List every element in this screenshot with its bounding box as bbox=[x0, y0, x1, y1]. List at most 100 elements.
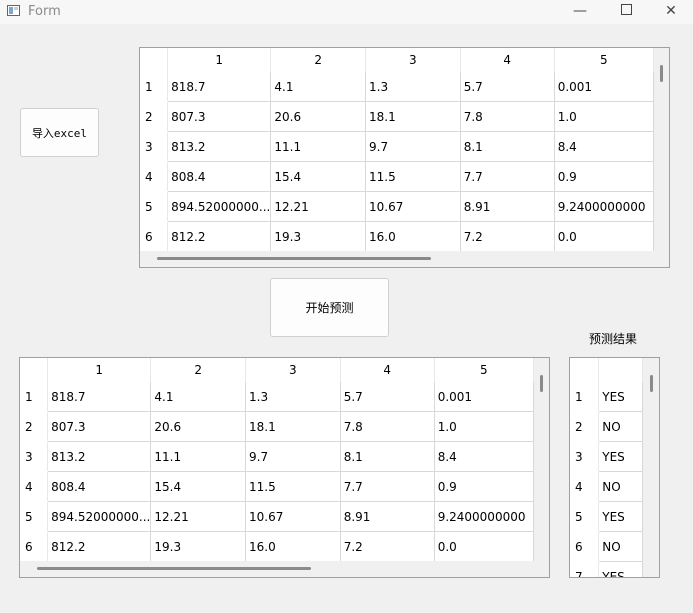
table-cell[interactable]: 8.91 bbox=[340, 501, 435, 532]
table-cell[interactable]: 12.21 bbox=[150, 501, 247, 532]
table-cell[interactable]: 15.4 bbox=[150, 471, 247, 502]
column-header[interactable]: 1 bbox=[167, 48, 272, 72]
table-cell[interactable]: 11.5 bbox=[365, 161, 461, 192]
table-cell[interactable]: 808.4 bbox=[167, 161, 272, 192]
result-cell[interactable]: YES bbox=[598, 561, 643, 577]
row-header[interactable]: 6 bbox=[20, 531, 49, 561]
result-table[interactable]: 1 YES 2 NO 3 YES 4 NO 5 YES 6 NO 7 YES bbox=[569, 357, 660, 578]
table-cell[interactable]: 818.7 bbox=[167, 72, 272, 102]
input-table-hscrollbar[interactable] bbox=[157, 257, 431, 260]
row-header[interactable]: 1 bbox=[140, 72, 169, 102]
import-excel-button[interactable]: 导入excel bbox=[20, 108, 99, 157]
table-cell[interactable]: 0.0 bbox=[434, 531, 534, 561]
result-cell[interactable]: NO bbox=[598, 471, 643, 502]
table-cell[interactable]: 0.001 bbox=[434, 382, 534, 412]
input-table-vscrollbar[interactable] bbox=[660, 65, 663, 82]
row-header[interactable]: 5 bbox=[140, 191, 169, 222]
table-cell[interactable]: 894.52000000... bbox=[47, 501, 152, 532]
table-cell[interactable]: 7.8 bbox=[460, 101, 555, 132]
row-header[interactable]: 5 bbox=[20, 501, 49, 532]
row-header[interactable]: 2 bbox=[20, 411, 49, 442]
column-header[interactable]: 5 bbox=[554, 48, 654, 72]
table-cell[interactable]: 8.1 bbox=[460, 131, 555, 162]
row-header[interactable]: 3 bbox=[140, 131, 169, 162]
table-cell[interactable]: 5.7 bbox=[460, 72, 555, 102]
table-cell[interactable]: 15.4 bbox=[270, 161, 367, 192]
table-cell[interactable]: 808.4 bbox=[47, 471, 152, 502]
table-cell[interactable]: 8.4 bbox=[434, 441, 534, 472]
column-header[interactable]: 2 bbox=[270, 48, 367, 72]
result-cell[interactable]: YES bbox=[598, 382, 643, 412]
table-cell[interactable]: 11.1 bbox=[270, 131, 367, 162]
table-cell[interactable]: 4.1 bbox=[270, 72, 367, 102]
table-cell[interactable]: 20.6 bbox=[150, 411, 247, 442]
table-cell[interactable]: 19.3 bbox=[270, 221, 367, 251]
table-cell[interactable]: 18.1 bbox=[245, 411, 341, 442]
row-header[interactable]: 3 bbox=[20, 441, 49, 472]
maximize-button[interactable] bbox=[603, 0, 649, 24]
table-cell[interactable]: 0.9 bbox=[434, 471, 534, 502]
row-header[interactable]: 4 bbox=[140, 161, 169, 192]
result-cell[interactable]: NO bbox=[598, 531, 643, 562]
start-predict-button[interactable]: 开始预测 bbox=[270, 278, 389, 337]
close-button[interactable]: ✕ bbox=[648, 0, 693, 24]
table-cell[interactable]: 0.9 bbox=[554, 161, 654, 192]
table-cell[interactable]: 1.3 bbox=[365, 72, 461, 102]
table-cell[interactable]: 1.0 bbox=[554, 101, 654, 132]
result-cell[interactable]: YES bbox=[598, 501, 643, 532]
table-cell[interactable]: 9.7 bbox=[245, 441, 341, 472]
table-cell[interactable]: 813.2 bbox=[167, 131, 272, 162]
table-cell[interactable]: 19.3 bbox=[150, 531, 247, 561]
table-cell[interactable]: 11.1 bbox=[150, 441, 247, 472]
row-header[interactable]: 7 bbox=[570, 561, 600, 577]
row-header[interactable]: 3 bbox=[570, 441, 600, 472]
minimize-button[interactable]: — bbox=[557, 0, 603, 24]
row-header[interactable]: 6 bbox=[140, 221, 169, 251]
table-cell[interactable]: 7.2 bbox=[460, 221, 555, 251]
table-cell[interactable]: 0.0 bbox=[554, 221, 654, 251]
table-cell[interactable]: 20.6 bbox=[270, 101, 367, 132]
table-cell[interactable]: 7.2 bbox=[340, 531, 435, 561]
table-cell[interactable]: 8.91 bbox=[460, 191, 555, 222]
table-cell[interactable]: 8.1 bbox=[340, 441, 435, 472]
table-cell[interactable]: 9.2400000000 bbox=[434, 501, 534, 532]
table-cell[interactable]: 807.3 bbox=[167, 101, 272, 132]
table-cell[interactable]: 1.3 bbox=[245, 382, 341, 412]
table-cell[interactable]: 0.001 bbox=[554, 72, 654, 102]
output-table-vscrollbar[interactable] bbox=[540, 375, 543, 392]
table-cell[interactable]: 807.3 bbox=[47, 411, 152, 442]
table-cell[interactable]: 812.2 bbox=[47, 531, 152, 561]
table-cell[interactable]: 7.8 bbox=[340, 411, 435, 442]
column-header[interactable]: 4 bbox=[340, 358, 435, 382]
table-cell[interactable]: 818.7 bbox=[47, 382, 152, 412]
row-header[interactable]: 4 bbox=[20, 471, 49, 502]
table-cell[interactable]: 5.7 bbox=[340, 382, 435, 412]
row-header[interactable]: 4 bbox=[570, 471, 600, 502]
output-table[interactable]: 12345 1 818.7 4.1 1.3 5.7 0.001 2 807.3 20.6 18.1… bbox=[19, 357, 550, 578]
table-cell[interactable]: 9.7 bbox=[365, 131, 461, 162]
row-header[interactable]: 1 bbox=[570, 382, 600, 412]
table-cell[interactable]: 1.0 bbox=[434, 411, 534, 442]
column-header[interactable]: 1 bbox=[47, 358, 152, 382]
table-cell[interactable]: 894.52000000... bbox=[167, 191, 272, 222]
input-table[interactable]: 12345 1 818.7 4.1 1.3 5.7 0.001 2 807.3 20.6 18.1… bbox=[139, 47, 670, 268]
result-cell[interactable]: NO bbox=[598, 411, 643, 442]
table-cell[interactable]: 4.1 bbox=[150, 382, 247, 412]
row-header[interactable]: 6 bbox=[570, 531, 600, 562]
table-cell[interactable]: 18.1 bbox=[365, 101, 461, 132]
table-cell[interactable]: 7.7 bbox=[460, 161, 555, 192]
column-header[interactable]: 4 bbox=[460, 48, 555, 72]
table-cell[interactable]: 9.2400000000 bbox=[554, 191, 654, 222]
row-header[interactable]: 1 bbox=[20, 382, 49, 412]
column-header[interactable]: 3 bbox=[245, 358, 341, 382]
table-cell[interactable]: 812.2 bbox=[167, 221, 272, 251]
column-header[interactable]: 3 bbox=[365, 48, 461, 72]
output-table-hscrollbar[interactable] bbox=[37, 567, 311, 570]
table-cell[interactable]: 12.21 bbox=[270, 191, 367, 222]
table-cell[interactable]: 813.2 bbox=[47, 441, 152, 472]
table-cell[interactable]: 16.0 bbox=[365, 221, 461, 251]
result-cell[interactable]: YES bbox=[598, 441, 643, 472]
row-header[interactable]: 5 bbox=[570, 501, 600, 532]
column-header[interactable]: 2 bbox=[150, 358, 247, 382]
row-header[interactable]: 2 bbox=[570, 411, 600, 442]
